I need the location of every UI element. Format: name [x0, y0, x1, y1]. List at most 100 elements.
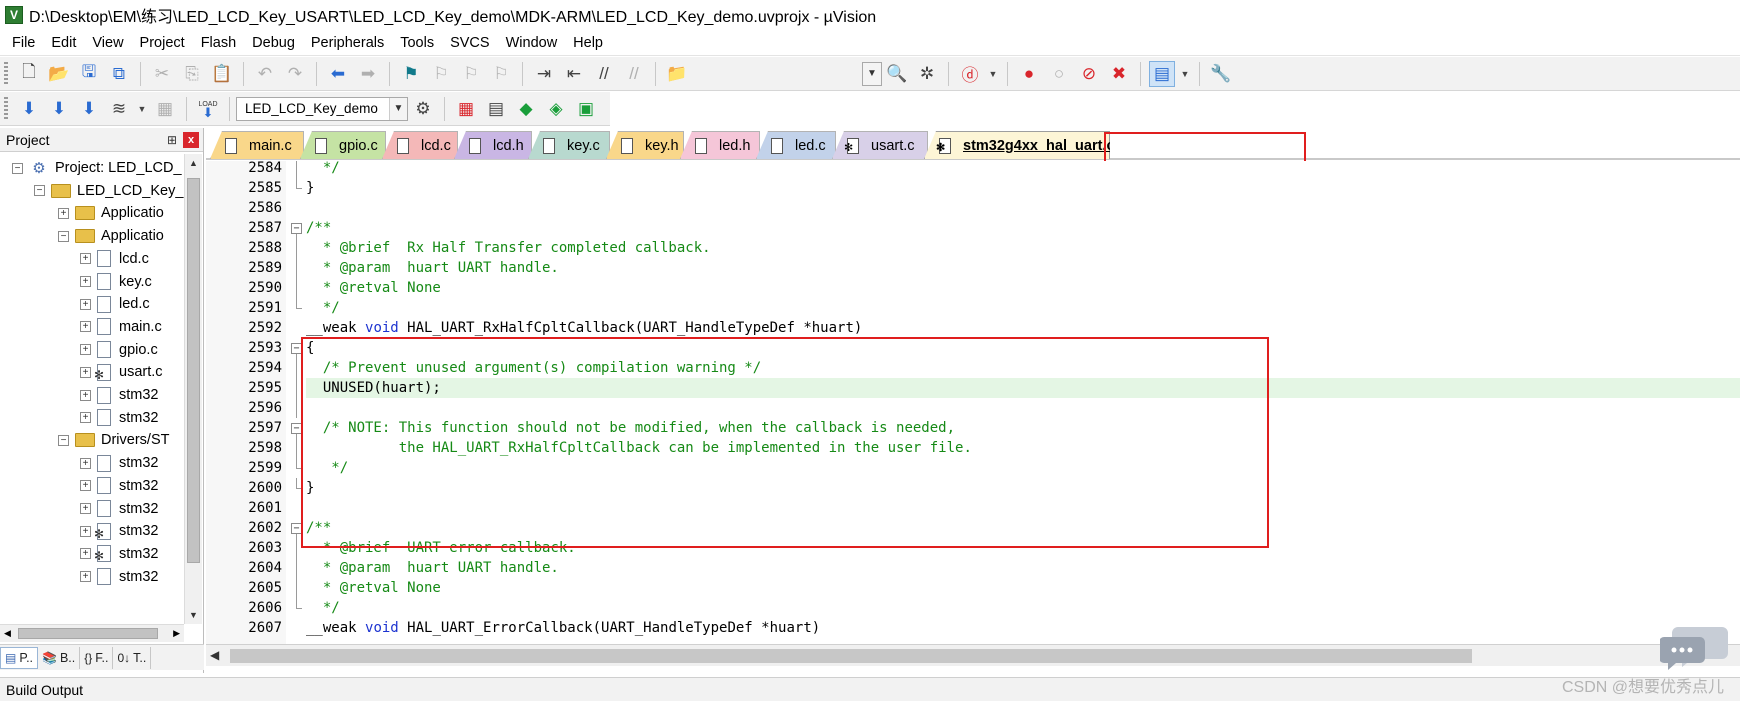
code-line[interactable]: 2598 the HAL_UART_RxHalfCpltCallback can…: [206, 438, 1740, 458]
tree-item[interactable]: + lcd.c: [80, 247, 149, 271]
indent-icon[interactable]: ⇥: [531, 61, 557, 87]
menu-svcs[interactable]: SVCS: [442, 35, 498, 51]
uncomment-icon[interactable]: //: [621, 61, 647, 87]
tab-templates[interactable]: 0↓ T..: [113, 646, 152, 669]
insert-breakpoint-icon[interactable]: ●: [1016, 61, 1042, 87]
expand-icon[interactable]: +: [80, 366, 91, 378]
translate-icon[interactable]: ⬇: [16, 96, 42, 122]
code-line[interactable]: 2597− /* NOTE: This function should not …: [206, 418, 1740, 438]
tab-project[interactable]: ▤ P..: [0, 646, 39, 669]
scroll-thumb[interactable]: [18, 628, 158, 639]
code-line[interactable]: 2596: [206, 398, 1740, 418]
open-file-icon[interactable]: 📂: [46, 61, 72, 87]
tree-item[interactable]: + gpio.c: [80, 338, 158, 362]
layout-dropdown-icon[interactable]: ▼: [1179, 61, 1191, 87]
code-line[interactable]: 2584 */: [206, 161, 1740, 178]
pin-icon[interactable]: ⊞: [167, 133, 177, 147]
expand-icon[interactable]: +: [80, 548, 91, 560]
tree-vertical-scrollbar[interactable]: ▲ ▼: [184, 154, 202, 624]
code-line[interactable]: 2585}: [206, 178, 1740, 198]
find-combo[interactable]: ▼: [862, 61, 882, 86]
tab-key-c[interactable]: key.c: [528, 131, 610, 159]
next-bookmark-icon[interactable]: ⚐: [458, 61, 484, 87]
tree-item[interactable]: + stm32: [80, 474, 159, 498]
bookmark-icon[interactable]: ⚑: [398, 61, 424, 87]
code-line[interactable]: 2592 __weak void HAL_UART_RxHalfCpltCallb…: [206, 318, 1740, 338]
tree-item[interactable]: + stm32: [80, 451, 159, 475]
tab-lcd-h[interactable]: lcd.h: [454, 131, 532, 159]
code-line[interactable]: 2588 * @brief Rx Half Transfer completed…: [206, 238, 1740, 258]
tree-horizontal-scrollbar[interactable]: ◀ ▶: [0, 624, 184, 642]
code-line[interactable]: 2605 * @retval None: [206, 578, 1740, 598]
menu-view[interactable]: View: [84, 35, 131, 51]
debug-session-icon[interactable]: ⓓ: [957, 61, 983, 87]
tree-item[interactable]: + stm32: [80, 565, 159, 589]
tab-lcd-c[interactable]: lcd.c: [382, 131, 458, 159]
save-all-icon[interactable]: ⧉: [106, 61, 132, 87]
configure-icon[interactable]: 🔧: [1208, 61, 1234, 87]
stop-build-icon[interactable]: ▦: [152, 96, 178, 122]
scroll-down-icon[interactable]: ▼: [185, 606, 202, 624]
expand-icon[interactable]: +: [80, 389, 91, 401]
tree-item[interactable]: + led.c: [80, 292, 150, 316]
code-line[interactable]: 2590 * @retval None: [206, 278, 1740, 298]
scroll-up-icon[interactable]: ▲: [185, 154, 202, 172]
close-icon[interactable]: x: [183, 131, 199, 148]
tab-gpio-c[interactable]: gpio.c: [300, 131, 386, 159]
batch-dropdown-icon[interactable]: ▼: [136, 96, 148, 122]
disable-breakpoints-icon[interactable]: ⊘: [1076, 61, 1102, 87]
menu-help[interactable]: Help: [565, 35, 611, 51]
menu-file[interactable]: File: [4, 35, 43, 51]
tab-books[interactable]: 📚 B..: [38, 646, 81, 669]
menu-peripherals[interactable]: Peripherals: [303, 35, 392, 51]
tree-item[interactable]: − Applicatio: [58, 224, 164, 248]
toolbar-grip[interactable]: [4, 61, 8, 86]
find-icon[interactable]: 🔍: [884, 61, 910, 87]
rebuild-icon[interactable]: ⬇: [76, 96, 102, 122]
tree-item[interactable]: + main.c: [80, 315, 162, 339]
redo-icon[interactable]: ↷: [282, 61, 308, 87]
scroll-left-icon[interactable]: ◀: [4, 628, 11, 639]
tree-item[interactable]: + stm32: [80, 383, 159, 407]
target-options-icon[interactable]: ⚙: [410, 96, 436, 122]
toolbar-grip[interactable]: [4, 96, 8, 121]
comment-icon[interactable]: //: [591, 61, 617, 87]
tab-usart-c[interactable]: usart.c: [832, 131, 928, 159]
expand-icon[interactable]: +: [80, 503, 91, 514]
scroll-right-icon[interactable]: ▶: [173, 628, 180, 639]
tab-key-h[interactable]: key.h: [606, 131, 684, 159]
tab-functions[interactable]: {} F..: [80, 646, 114, 669]
tree-item[interactable]: + usart.c: [80, 360, 163, 384]
expand-icon[interactable]: +: [80, 298, 91, 310]
expand-icon[interactable]: +: [80, 253, 91, 265]
prev-bookmark-icon[interactable]: ⚐: [428, 61, 454, 87]
expand-icon[interactable]: +: [80, 412, 91, 424]
scroll-thumb[interactable]: [230, 649, 1472, 663]
expand-icon[interactable]: +: [80, 321, 91, 333]
code-line[interactable]: 2586: [206, 198, 1740, 218]
collapse-icon[interactable]: −: [12, 162, 23, 174]
window-layout-icon[interactable]: ▤: [1149, 60, 1175, 87]
code-line[interactable]: 2591 */: [206, 298, 1740, 318]
debug-dropdown-icon[interactable]: ▼: [987, 61, 999, 87]
tree-item[interactable]: − Drivers/ST: [58, 428, 169, 452]
copy-icon[interactable]: ⎘: [179, 61, 205, 87]
build-icon[interactable]: ⬇: [46, 96, 72, 122]
tab-led-c[interactable]: led.c: [756, 131, 836, 159]
tree-item[interactable]: + stm32: [80, 497, 159, 521]
scroll-thumb[interactable]: [187, 178, 200, 563]
scroll-left-icon[interactable]: ◀: [210, 648, 219, 662]
menu-window[interactable]: Window: [498, 35, 566, 51]
tree-item[interactable]: + key.c: [80, 270, 152, 294]
unindent-icon[interactable]: ⇤: [561, 61, 587, 87]
code-line[interactable]: 2589 * @param huart UART handle.: [206, 258, 1740, 278]
find-in-files-icon[interactable]: 📁: [664, 61, 690, 87]
expand-icon[interactable]: +: [58, 207, 69, 219]
expand-icon[interactable]: +: [80, 525, 91, 537]
kill-breakpoints-icon[interactable]: ✖: [1106, 61, 1132, 87]
enable-breakpoint-icon[interactable]: ○: [1046, 61, 1072, 87]
menu-project[interactable]: Project: [132, 35, 193, 51]
menu-tools[interactable]: Tools: [392, 35, 442, 51]
tree-item[interactable]: + stm32: [80, 519, 159, 543]
code-line[interactable]: 2606 */: [206, 598, 1740, 618]
